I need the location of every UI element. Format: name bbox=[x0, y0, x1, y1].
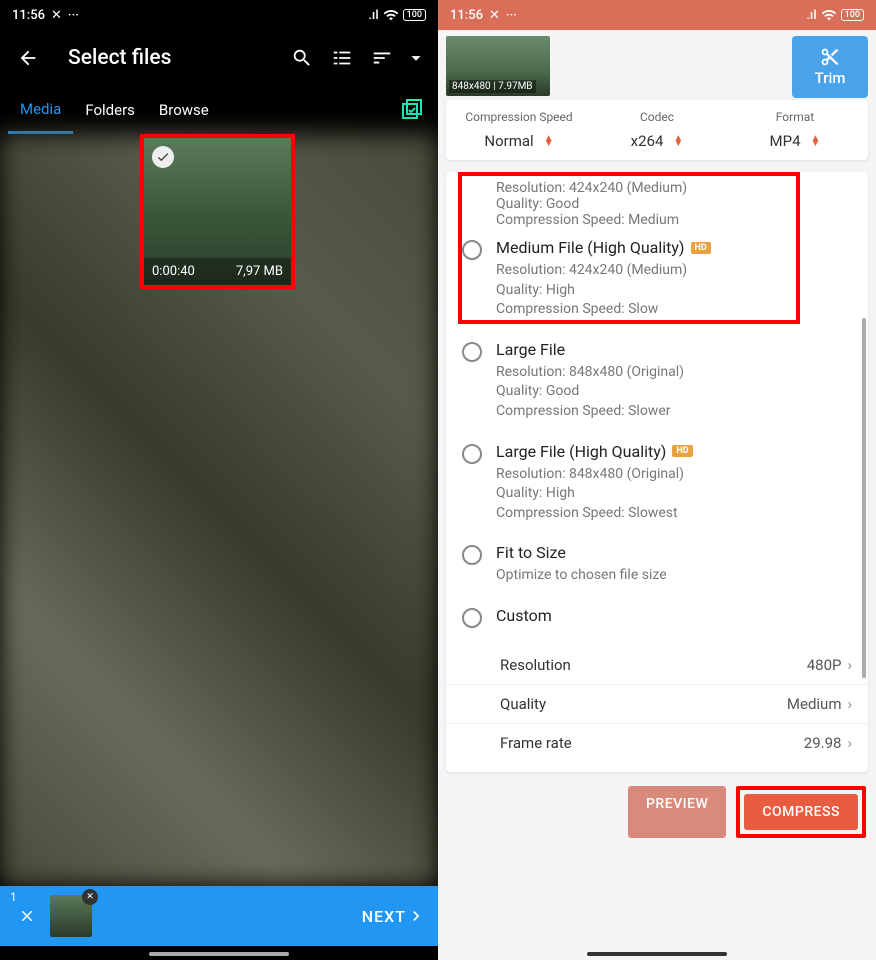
hd-badge: HD bbox=[691, 242, 711, 254]
selection-bar: 1 NEXT bbox=[0, 886, 438, 946]
radio-icon[interactable] bbox=[462, 240, 482, 260]
option-large[interactable]: Large File Resolution: 848x480 (Original… bbox=[446, 330, 868, 432]
select-all-button[interactable] bbox=[394, 92, 430, 128]
video-preview-thumb[interactable]: 848x480 | 7.97MB bbox=[446, 36, 550, 96]
home-indicator bbox=[149, 952, 289, 956]
hd-badge: HD bbox=[672, 445, 692, 457]
status-icon: ✕ bbox=[51, 8, 62, 23]
status-bar: 11:56 ✕ ··· .ıl 100 bbox=[438, 0, 876, 30]
video-size: 7,97 MB bbox=[236, 264, 283, 279]
top-panel: 848x480 | 7.97MB Trim bbox=[438, 30, 876, 100]
dropdown-button[interactable] bbox=[402, 38, 430, 78]
highlight-box: COMPRESS bbox=[736, 786, 866, 838]
option-desc: Resolution: 848x480 (Original) Quality: … bbox=[496, 363, 852, 422]
status-more: ··· bbox=[506, 8, 517, 23]
wifi-icon bbox=[821, 7, 837, 23]
tab-media[interactable]: Media bbox=[8, 86, 73, 134]
tabs: Media Folders Browse bbox=[0, 86, 438, 134]
selection-count: 1 bbox=[10, 890, 17, 904]
status-time: 11:56 bbox=[12, 8, 45, 23]
updown-icon: ▲▼ bbox=[673, 136, 683, 146]
next-button[interactable]: NEXT bbox=[362, 906, 426, 926]
trim-button[interactable]: Trim bbox=[792, 36, 868, 98]
app-bar: Select files bbox=[0, 30, 438, 86]
wifi-icon bbox=[383, 7, 399, 23]
scissors-icon bbox=[820, 47, 840, 67]
custom-resolution[interactable]: Resolution 480P› bbox=[446, 646, 868, 685]
page-title: Select files bbox=[68, 46, 282, 70]
chevron-right-icon: › bbox=[847, 695, 852, 713]
custom-quality[interactable]: Quality Medium› bbox=[446, 685, 868, 724]
back-button[interactable] bbox=[8, 38, 48, 78]
updown-icon: ▲▼ bbox=[811, 136, 821, 146]
updown-icon: ▲▼ bbox=[544, 136, 554, 146]
search-button[interactable] bbox=[282, 38, 322, 78]
option-partial-res: Resolution: 424x240 (Medium) bbox=[446, 180, 868, 196]
selected-mini-thumb[interactable] bbox=[50, 895, 92, 937]
radio-icon[interactable] bbox=[462, 444, 482, 464]
setting-format[interactable]: Format MP4▲▼ bbox=[726, 110, 864, 150]
sort-button[interactable] bbox=[362, 38, 402, 78]
status-more: ··· bbox=[68, 8, 79, 23]
check-icon bbox=[152, 146, 174, 168]
selected-video-thumb[interactable]: 0:00:40 7,97 MB bbox=[140, 134, 295, 289]
video-duration: 0:00:40 bbox=[152, 264, 195, 279]
option-desc: Resolution: 848x480 (Original) Quality: … bbox=[496, 465, 852, 524]
custom-framerate[interactable]: Frame rate 29.98› bbox=[446, 724, 868, 762]
radio-icon[interactable] bbox=[462, 608, 482, 628]
option-custom[interactable]: Custom bbox=[446, 596, 868, 638]
option-desc: Resolution: 424x240 (Medium) Quality: Hi… bbox=[496, 261, 852, 320]
option-desc: Optimize to chosen file size bbox=[496, 566, 852, 586]
scrollbar[interactable] bbox=[862, 318, 866, 678]
option-partial-quality: Quality: Good bbox=[446, 196, 868, 212]
home-indicator bbox=[587, 952, 727, 956]
status-icon: ✕ bbox=[489, 8, 500, 23]
tab-browse[interactable]: Browse bbox=[147, 86, 221, 134]
encode-settings: Compression Speed Normal▲▼ Codec x264▲▼ … bbox=[446, 100, 868, 160]
battery-icon: 100 bbox=[403, 9, 426, 21]
compress-button[interactable]: COMPRESS bbox=[744, 794, 858, 830]
thumbnail-grid[interactable]: 0:00:40 7,97 MB bbox=[0, 134, 438, 886]
option-medium-hq[interactable]: Medium File (High Quality)HD Resolution:… bbox=[446, 228, 868, 330]
option-fit-to-size[interactable]: Fit to Size Optimize to chosen file size bbox=[446, 533, 868, 596]
clear-selection-button[interactable] bbox=[12, 901, 42, 931]
preview-button[interactable]: PREVIEW bbox=[628, 786, 726, 838]
status-bar: 11:56 ✕ ··· .ıl 100 bbox=[0, 0, 438, 30]
chevron-right-icon: › bbox=[847, 656, 852, 674]
option-large-hq[interactable]: Large File (High Quality)HD Resolution: … bbox=[446, 432, 868, 534]
signal-icon: .ıl bbox=[368, 8, 378, 23]
compress-settings-screen: 11:56 ✕ ··· .ıl 100 848x480 | 7.97MB Tri… bbox=[438, 0, 876, 960]
option-partial-speed: Compression Speed: Medium bbox=[446, 212, 868, 228]
setting-speed[interactable]: Compression Speed Normal▲▼ bbox=[450, 110, 588, 150]
signal-icon: .ıl bbox=[806, 8, 816, 23]
status-time: 11:56 bbox=[450, 8, 483, 23]
radio-icon[interactable] bbox=[462, 342, 482, 362]
file-picker-screen: 11:56 ✕ ··· .ıl 100 Select files Media F… bbox=[0, 0, 438, 960]
video-info-label: 848x480 | 7.97MB bbox=[449, 80, 536, 93]
radio-icon[interactable] bbox=[462, 545, 482, 565]
setting-codec[interactable]: Codec x264▲▼ bbox=[588, 110, 726, 150]
action-row: PREVIEW COMPRESS bbox=[438, 772, 876, 852]
tab-folders[interactable]: Folders bbox=[73, 86, 147, 134]
list-view-button[interactable] bbox=[322, 38, 362, 78]
compression-options: Resolution: 424x240 (Medium) Quality: Go… bbox=[446, 172, 868, 772]
chevron-right-icon: › bbox=[847, 734, 852, 752]
battery-icon: 100 bbox=[841, 9, 864, 21]
